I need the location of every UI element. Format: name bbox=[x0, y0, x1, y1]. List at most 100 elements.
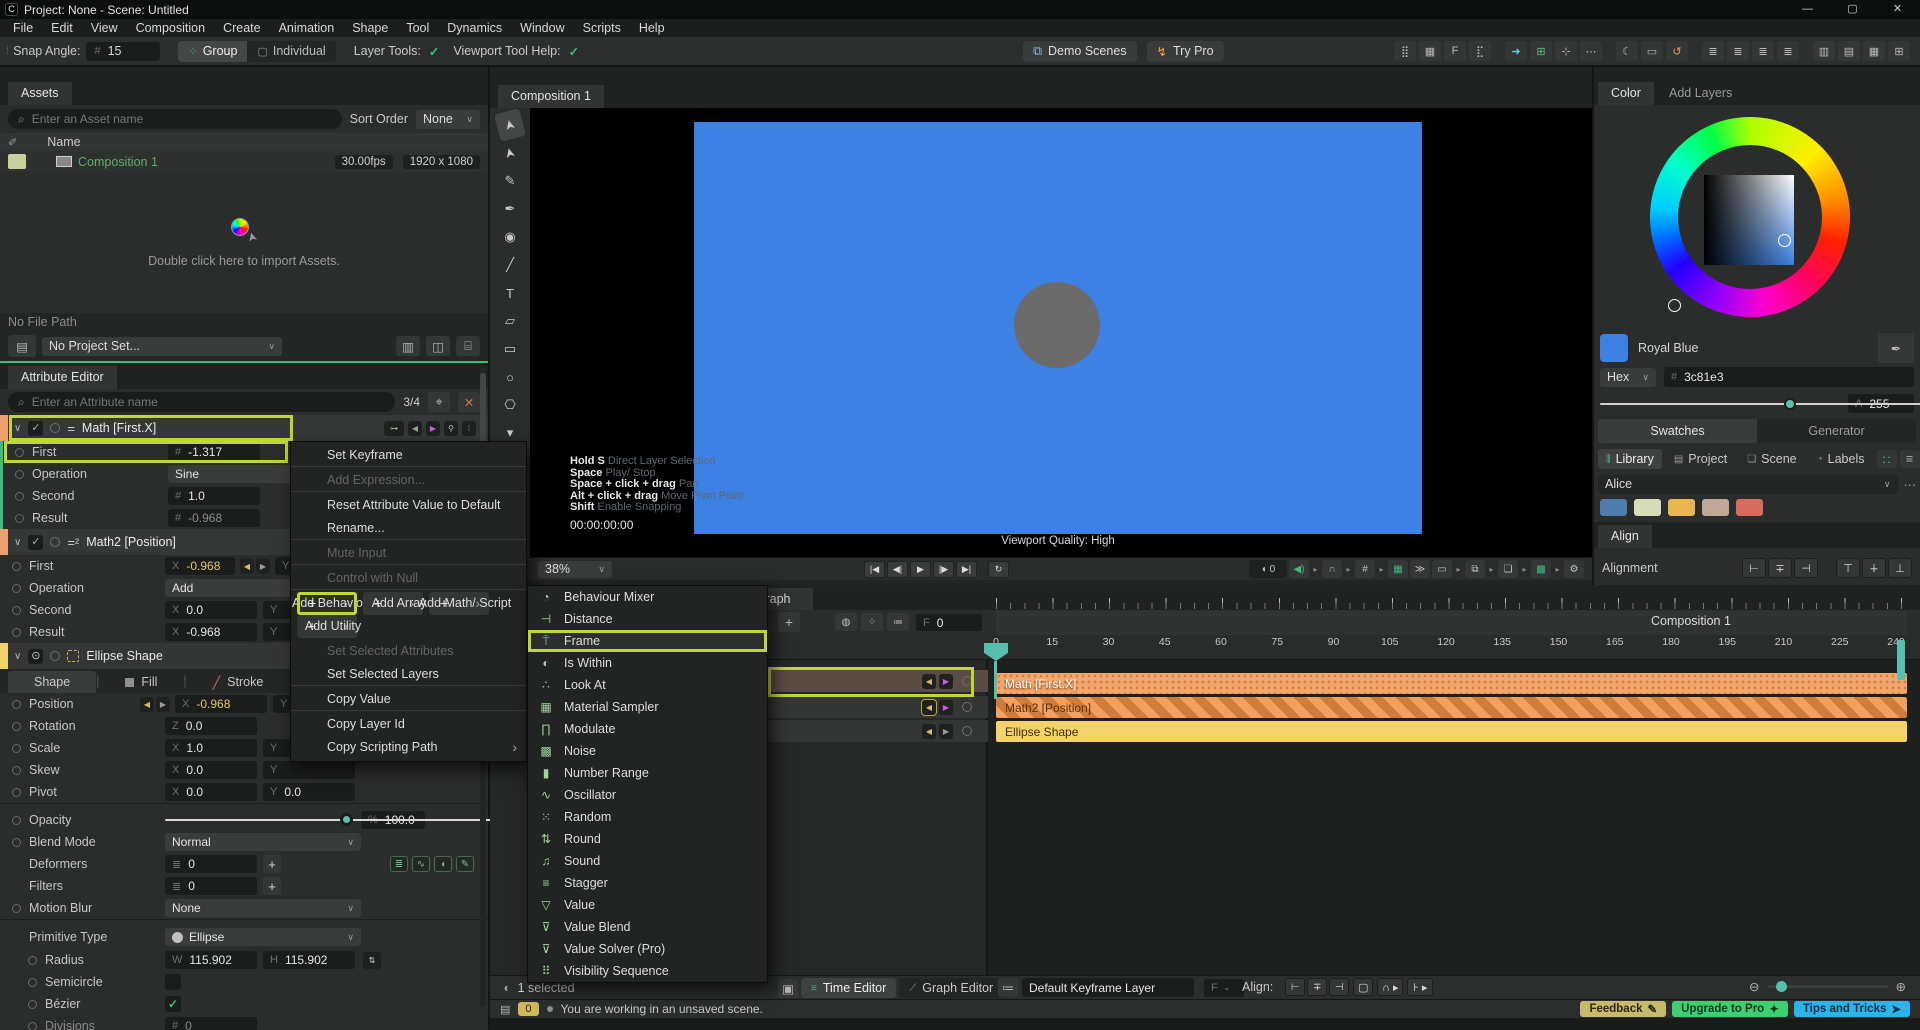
saturation-value-square[interactable] bbox=[1704, 175, 1794, 265]
solo-radio-icon[interactable] bbox=[962, 702, 972, 712]
viewport-tool[interactable]: T bbox=[496, 280, 524, 306]
toolbar-icon[interactable]: ▥ bbox=[1813, 41, 1835, 61]
toolbar-icon[interactable] bbox=[1691, 41, 1699, 61]
loop-button[interactable]: ↻ bbox=[988, 561, 1009, 578]
range-end-handle[interactable] bbox=[1897, 640, 1905, 680]
project-set-select[interactable]: No Project Set... ∨ bbox=[42, 336, 282, 356]
viewport-canvas[interactable]: Hold S Direct Layer Selection Space Play/… bbox=[530, 108, 1592, 557]
align-middle-button[interactable]: ∔ bbox=[1862, 558, 1886, 578]
context-menu-item[interactable]: Set Selected Layers bbox=[291, 663, 526, 686]
solo-radio-icon[interactable] bbox=[962, 726, 972, 736]
sv-marker[interactable] bbox=[1778, 234, 1791, 247]
track-bar-ellipse[interactable]: Ellipse Shape bbox=[996, 721, 1907, 742]
viewport-tool[interactable]: ◉ bbox=[496, 224, 524, 250]
tab-align[interactable]: Align bbox=[1598, 525, 1652, 548]
snap-angle-input[interactable]: #15 bbox=[86, 41, 161, 61]
folder-icon[interactable]: ▥ bbox=[396, 336, 420, 356]
grid-view-icon[interactable]: ∷ bbox=[1876, 450, 1897, 468]
scene-button[interactable]: ❏ Scene bbox=[1739, 449, 1804, 469]
group-button[interactable]: ⁘ Group bbox=[178, 40, 248, 62]
next-keyframe-icon[interactable]: ▶ bbox=[939, 673, 953, 689]
alpha-slider[interactable] bbox=[1600, 397, 1920, 411]
context-menu-item[interactable]: Set Keyframe bbox=[291, 444, 526, 467]
solo-radio-icon[interactable] bbox=[50, 423, 61, 433]
behaviour-menu-item[interactable]: ⍑ Frame bbox=[528, 630, 767, 652]
dope-sheet-icon[interactable]: ▣ bbox=[778, 978, 798, 998]
enabled-checkbox[interactable]: ✓ bbox=[28, 420, 44, 436]
rotation-z-field[interactable]: Z 0.0 bbox=[165, 717, 257, 735]
align-top-button[interactable]: ⊤ bbox=[1836, 558, 1860, 578]
collapse-chevron-icon[interactable]: ∨ bbox=[14, 537, 21, 548]
swatch-chip[interactable] bbox=[1600, 499, 1627, 516]
context-menu-item[interactable]: Copy Value bbox=[291, 688, 526, 711]
swatch-chip[interactable] bbox=[1634, 499, 1661, 516]
semicircle-checkbox[interactable] bbox=[165, 974, 181, 990]
demo-scenes-button[interactable]: ⧉ Demo Scenes bbox=[1023, 40, 1137, 62]
tab-stroke[interactable]: ╱ Stroke bbox=[187, 671, 290, 693]
viewport-tool[interactable]: ⎔ bbox=[496, 392, 524, 418]
attr-dot-icon[interactable] bbox=[15, 469, 24, 479]
context-menu-item[interactable]: Copy Layer Id bbox=[291, 713, 526, 736]
add-deformer-button[interactable]: + bbox=[263, 855, 281, 873]
first-value-field[interactable]: # -1.317 bbox=[168, 443, 260, 461]
toolbar-icon[interactable]: ☾ bbox=[1616, 41, 1638, 61]
context-menu-item[interactable]: Control with Null bbox=[291, 567, 526, 590]
toolbar-icon[interactable]: ⣿ bbox=[1394, 41, 1416, 61]
radius-h-field[interactable]: H 115.902 bbox=[263, 951, 355, 969]
upgrade-to-pro-button[interactable]: Upgrade to Pro ✦ bbox=[1672, 1001, 1788, 1017]
attr-dot-icon[interactable] bbox=[12, 627, 21, 637]
viewport-tool[interactable]: ➤ bbox=[494, 136, 526, 170]
menu-item[interactable]: Animation bbox=[270, 19, 344, 37]
frame-field[interactable]: F0 bbox=[916, 614, 982, 631]
toolbar-icon[interactable]: ▦ bbox=[1419, 41, 1441, 61]
solo-radio-icon[interactable] bbox=[50, 537, 61, 547]
blend-mode-select[interactable]: Normal ∨ bbox=[165, 833, 361, 851]
toolbar-icon[interactable]: ≣ bbox=[1777, 41, 1799, 61]
result-x-field[interactable]: X -0.968 bbox=[165, 623, 257, 641]
tab-assets[interactable]: Assets bbox=[8, 82, 72, 105]
viewport-tool-help-checkbox[interactable]: ✓ bbox=[569, 44, 579, 59]
close-button[interactable]: ✕ bbox=[1875, 0, 1920, 19]
go-to-end-button[interactable]: ▶| bbox=[956, 561, 977, 578]
toolbar-icon[interactable]: ▦ bbox=[1863, 41, 1885, 61]
project-browser-icon[interactable]: ▤ bbox=[8, 335, 36, 357]
viewport-option-icon[interactable]: ▸ bbox=[1344, 560, 1353, 578]
context-menu-item[interactable]: Rename... bbox=[291, 517, 526, 540]
asset-row-composition[interactable]: Composition 1 30.00fps 1920 x 1080 bbox=[0, 151, 488, 172]
swatch-chip[interactable] bbox=[1668, 499, 1695, 516]
behaviour-menu-item[interactable]: ⊽ Value Blend bbox=[528, 916, 767, 938]
palette-more-button[interactable]: ⋯ bbox=[1904, 477, 1917, 492]
tab-color[interactable]: Color bbox=[1598, 82, 1654, 105]
toolbar-icon[interactable] bbox=[1494, 41, 1502, 61]
attr-dot-icon[interactable] bbox=[12, 903, 21, 913]
align-start-button[interactable]: ⊢ bbox=[1285, 978, 1306, 996]
toolbar-icon[interactable]: ▤ bbox=[1838, 41, 1860, 61]
snap-mode-button[interactable]: ⊦ ▸ bbox=[1407, 978, 1434, 996]
toolbar-icon[interactable]: ⊹ bbox=[1555, 41, 1577, 61]
magic-select-icon[interactable]: ⁘ bbox=[861, 613, 883, 631]
node-connections-icon[interactable]: ⊶ bbox=[384, 420, 404, 436]
attr-dot-icon[interactable] bbox=[12, 837, 21, 847]
attr-dot-icon[interactable] bbox=[12, 743, 21, 753]
step-forward-button[interactable]: |▶ bbox=[933, 561, 954, 578]
enabled-checkbox[interactable]: ✓ bbox=[28, 534, 44, 550]
palette-select[interactable]: Alice ∨ bbox=[1598, 474, 1898, 494]
add-keyframe-button[interactable]: + bbox=[778, 612, 800, 632]
prev-keyframe-icon[interactable]: ◀ bbox=[408, 420, 422, 436]
feedback-button[interactable]: Feedback ✎ bbox=[1580, 1001, 1667, 1017]
viewport-tool[interactable]: ▭ bbox=[496, 336, 524, 362]
assets-empty-area[interactable]: ➤ Double click here to import Assets. bbox=[0, 172, 488, 313]
more-options-icon[interactable]: ⁞ bbox=[462, 420, 476, 436]
toolbar-icon[interactable]: ≣ bbox=[1702, 41, 1724, 61]
attr-dot-icon[interactable] bbox=[12, 721, 21, 731]
attr-dot-icon[interactable] bbox=[12, 583, 21, 593]
behaviour-menu-item[interactable]: ⊽ Value Solver (Pro) bbox=[528, 938, 767, 960]
next-keyframe-icon[interactable]: ▶ bbox=[156, 696, 170, 712]
viewport-option-icon[interactable]: # bbox=[1355, 560, 1375, 578]
project-button[interactable]: ▤ Project bbox=[1666, 449, 1735, 469]
menu-item[interactable]: View bbox=[82, 19, 127, 37]
attr-dot-icon[interactable] bbox=[28, 1021, 37, 1030]
library-button[interactable]: ⫼ Library bbox=[1598, 449, 1662, 469]
behaviour-menu-item[interactable]: ▩ Noise bbox=[528, 740, 767, 762]
zoom-in-icon[interactable]: ⊕ bbox=[1896, 979, 1906, 994]
